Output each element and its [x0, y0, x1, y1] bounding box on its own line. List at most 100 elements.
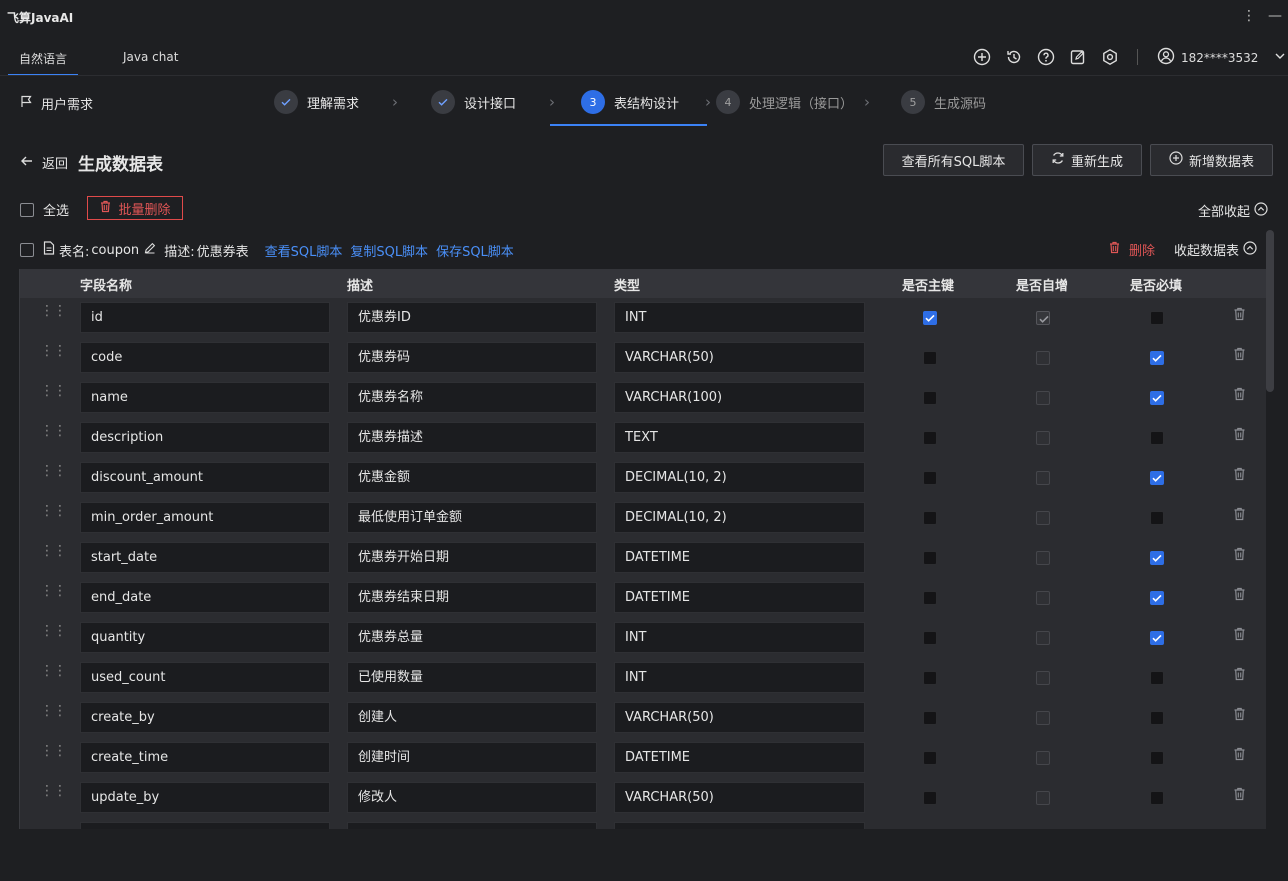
drag-handle-icon[interactable]: ⋮⋮ [40, 584, 67, 598]
drag-handle-icon[interactable]: ⋮⋮ [40, 784, 67, 798]
required-checkbox[interactable] [1150, 431, 1164, 445]
primary-key-checkbox[interactable] [923, 391, 937, 405]
drag-handle-icon[interactable]: ⋮⋮ [40, 424, 67, 438]
primary-key-checkbox[interactable] [923, 711, 937, 725]
required-checkbox[interactable] [1150, 751, 1164, 765]
trash-icon[interactable] [1233, 507, 1246, 525]
trash-icon[interactable] [1233, 747, 1246, 765]
field-desc-input[interactable]: 优惠券ID [347, 302, 597, 333]
field-desc-input[interactable]: 创建时间 [347, 742, 597, 773]
drag-handle-icon[interactable]: ⋮⋮ [40, 464, 67, 478]
primary-key-checkbox[interactable] [923, 591, 937, 605]
field-name-input[interactable]: min_order_amount [80, 502, 330, 533]
required-checkbox[interactable] [1150, 591, 1164, 605]
primary-key-checkbox[interactable] [923, 551, 937, 565]
auto-increment-checkbox[interactable] [1036, 551, 1050, 565]
field-name-input[interactable]: create_time [80, 742, 330, 773]
step-understand[interactable]: 理解需求 [274, 90, 359, 114]
field-type-input[interactable]: DATETIME [614, 742, 865, 773]
field-desc-input[interactable]: 优惠券结束日期 [347, 582, 597, 613]
delete-table-button[interactable]: 删除 [1108, 240, 1155, 259]
auto-increment-checkbox[interactable] [1036, 791, 1050, 805]
field-name-input[interactable]: create_by [80, 702, 330, 733]
field-desc-input[interactable]: 优惠券开始日期 [347, 542, 597, 573]
auto-increment-checkbox[interactable] [1036, 471, 1050, 485]
field-name-input[interactable]: name [80, 382, 330, 413]
back-link[interactable]: 返回 [42, 153, 68, 172]
trash-icon[interactable] [1233, 547, 1246, 565]
auto-increment-checkbox[interactable] [1036, 591, 1050, 605]
primary-key-checkbox[interactable] [923, 791, 937, 805]
field-type-input[interactable]: INT [614, 302, 865, 333]
regenerate-button[interactable]: 重新生成 [1032, 144, 1142, 176]
drag-handle-icon[interactable]: ⋮⋮ [40, 744, 67, 758]
drag-handle-icon[interactable]: ⋮⋮ [40, 704, 67, 718]
field-desc-input[interactable]: 修改人 [347, 782, 597, 813]
field-desc-input[interactable] [347, 822, 597, 829]
user-requirement[interactable]: 用户需求 [20, 94, 93, 113]
step-logic[interactable]: 4 处理逻辑（接口） [716, 90, 853, 114]
step-table-design[interactable]: 3 表结构设计 [581, 90, 679, 114]
field-desc-input[interactable]: 创建人 [347, 702, 597, 733]
field-type-input[interactable]: VARCHAR(100) [614, 382, 865, 413]
drag-handle-icon[interactable]: ⋮⋮ [40, 304, 67, 318]
required-checkbox[interactable] [1150, 391, 1164, 405]
drag-handle-icon[interactable]: ⋮⋮ [40, 544, 67, 558]
user-menu[interactable]: 182****3532 [1157, 47, 1286, 68]
trash-icon[interactable] [1233, 627, 1246, 645]
field-desc-input[interactable]: 优惠券码 [347, 342, 597, 373]
field-desc-input[interactable]: 已使用数量 [347, 662, 597, 693]
required-checkbox[interactable] [1150, 351, 1164, 365]
trash-icon[interactable] [1233, 787, 1246, 805]
field-desc-input[interactable]: 最低使用订单金额 [347, 502, 597, 533]
drag-handle-icon[interactable]: ⋮⋮ [40, 624, 67, 638]
required-checkbox[interactable] [1150, 671, 1164, 685]
auto-increment-checkbox[interactable] [1036, 391, 1050, 405]
field-type-input[interactable]: VARCHAR(50) [614, 782, 865, 813]
auto-increment-checkbox[interactable] [1036, 711, 1050, 725]
auto-increment-checkbox[interactable] [1036, 431, 1050, 445]
required-checkbox[interactable] [1150, 511, 1164, 525]
trash-icon[interactable] [1233, 707, 1246, 725]
trash-icon[interactable] [1233, 427, 1246, 445]
field-name-input[interactable]: code [80, 342, 330, 373]
field-type-input[interactable]: DATETIME [614, 582, 865, 613]
field-name-input[interactable]: used_count [80, 662, 330, 693]
auto-increment-checkbox[interactable] [1036, 311, 1050, 325]
primary-key-checkbox[interactable] [923, 311, 937, 325]
field-desc-input[interactable]: 优惠金额 [347, 462, 597, 493]
field-type-input[interactable]: DECIMAL(10, 2) [614, 462, 865, 493]
view-all-sql-button[interactable]: 查看所有SQL脚本 [883, 144, 1024, 176]
arrow-left-icon[interactable] [20, 154, 34, 172]
field-name-input[interactable]: id [80, 302, 330, 333]
field-type-input[interactable]: VARCHAR(50) [614, 342, 865, 373]
history-icon[interactable] [1004, 47, 1024, 67]
field-name-input[interactable]: quantity [80, 622, 330, 653]
bulk-delete-button[interactable]: 批量删除 [87, 196, 183, 220]
field-type-input[interactable] [614, 822, 865, 829]
primary-key-checkbox[interactable] [923, 511, 937, 525]
required-checkbox[interactable] [1150, 631, 1164, 645]
primary-key-checkbox[interactable] [923, 351, 937, 365]
required-checkbox[interactable] [1150, 311, 1164, 325]
auto-increment-checkbox[interactable] [1036, 631, 1050, 645]
field-name-input[interactable]: end_date [80, 582, 330, 613]
trash-icon[interactable] [1233, 347, 1246, 365]
field-type-input[interactable]: DECIMAL(10, 2) [614, 502, 865, 533]
trash-icon[interactable] [1233, 307, 1246, 325]
trash-icon[interactable] [1233, 587, 1246, 605]
required-checkbox[interactable] [1150, 711, 1164, 725]
scrollbar[interactable] [1266, 230, 1274, 392]
auto-increment-checkbox[interactable] [1036, 351, 1050, 365]
field-type-input[interactable]: INT [614, 622, 865, 653]
select-all[interactable]: 全选 [20, 200, 69, 219]
required-checkbox[interactable] [1150, 471, 1164, 485]
settings-icon[interactable] [1100, 47, 1120, 67]
primary-key-checkbox[interactable] [923, 471, 937, 485]
auto-increment-checkbox[interactable] [1036, 511, 1050, 525]
trash-icon[interactable] [1233, 667, 1246, 685]
trash-icon[interactable] [1233, 467, 1246, 485]
more-vertical-icon[interactable]: ⋮ [1242, 8, 1256, 24]
field-type-input[interactable]: DATETIME [614, 542, 865, 573]
drag-handle-icon[interactable]: ⋮⋮ [40, 504, 67, 518]
